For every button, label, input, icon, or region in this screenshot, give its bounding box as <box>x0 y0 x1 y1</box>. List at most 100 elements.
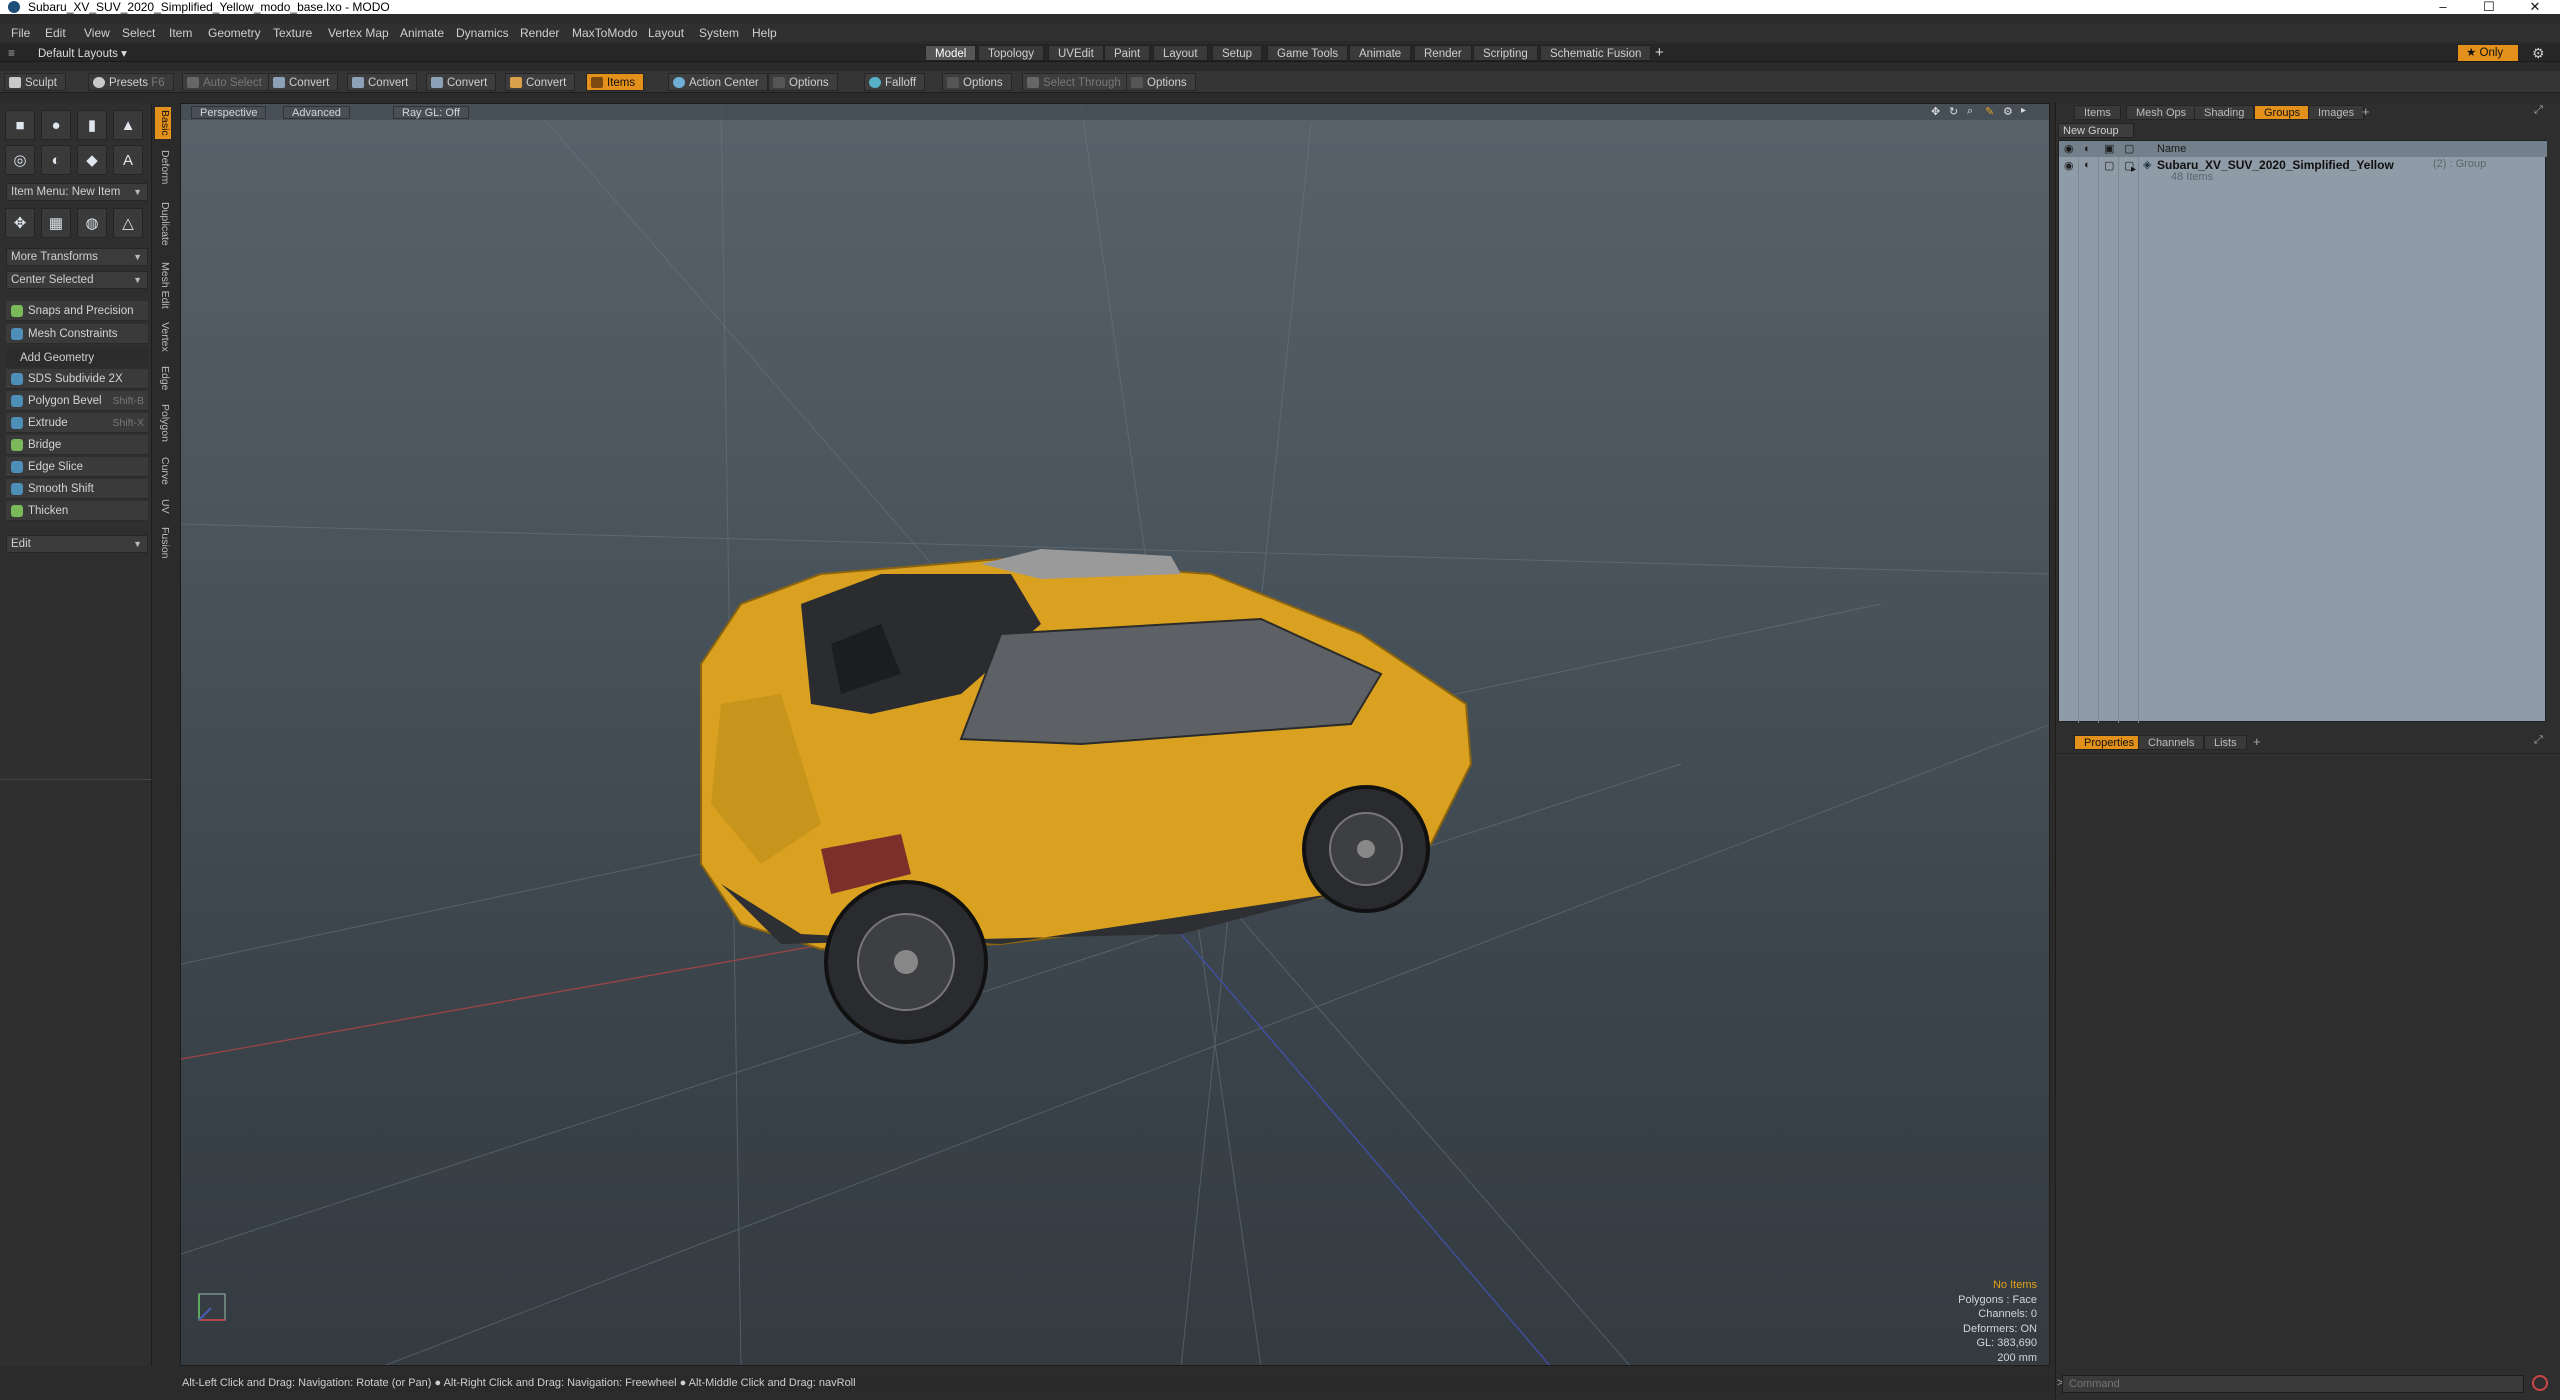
tab-lists[interactable]: Lists <box>2204 735 2247 750</box>
select-through-options-button[interactable]: Options <box>1126 73 1196 91</box>
menu-texture[interactable]: Texture <box>273 26 312 40</box>
select-through-button[interactable]: Select Through <box>1022 73 1130 91</box>
auto-select-button[interactable]: Auto Select <box>182 73 271 91</box>
falloff-options-button[interactable]: Options <box>942 73 1012 91</box>
convert-polygons-button[interactable]: Convert <box>426 73 497 91</box>
more-transforms-dropdown[interactable]: More Transforms ▼ <box>6 248 148 266</box>
action-center-button[interactable]: Action Center <box>668 73 768 91</box>
new-group-button[interactable]: New Group <box>2058 123 2134 138</box>
snaps-precision-button[interactable]: Snaps and Precision <box>6 301 148 321</box>
vtab-curve[interactable]: Curve <box>155 453 171 489</box>
vtab-edge[interactable]: Edge <box>155 363 171 393</box>
tab-images[interactable]: Images <box>2308 105 2365 120</box>
vtab-uv[interactable]: UV <box>155 495 171 517</box>
menu-file[interactable]: File <box>11 26 30 40</box>
vtab-deform[interactable]: Deform <box>155 145 171 189</box>
perspective-dropdown[interactable]: Perspective <box>191 106 267 119</box>
mesh-constraints-button[interactable]: Mesh Constraints <box>6 324 148 344</box>
falloff-button[interactable]: Falloff <box>864 73 926 91</box>
grid-icon[interactable]: ▦ <box>41 208 71 238</box>
tab-render[interactable]: Render <box>1414 45 1472 61</box>
globe-icon[interactable]: ◍ <box>77 208 107 238</box>
plane-icon[interactable]: ◆ <box>77 145 107 175</box>
menu-dynamics[interactable]: Dynamics <box>456 26 509 40</box>
convert-edges-button[interactable]: Convert <box>347 73 418 91</box>
edge-slice-button[interactable]: Edge Slice <box>6 457 148 477</box>
convert-materials-button[interactable]: Convert <box>505 73 576 91</box>
menu-help[interactable]: Help <box>752 26 777 40</box>
items-mode-button[interactable]: Items <box>586 73 645 91</box>
expand-panel-icon[interactable]: ⤢ <box>2534 734 2543 747</box>
tab-mesh-ops[interactable]: Mesh Ops <box>2126 105 2197 120</box>
default-layouts-dropdown[interactable]: Default Layouts ▾ <box>38 46 127 60</box>
tab-items[interactable]: Items <box>2074 105 2121 120</box>
tab-animate[interactable]: Animate <box>1349 45 1412 61</box>
close-button[interactable]: ✕ <box>2512 0 2558 14</box>
vtab-mesh-edit[interactable]: Mesh Edit <box>155 259 171 311</box>
cylinder-icon[interactable]: ▮ <box>77 110 107 140</box>
smooth-shift-button[interactable]: Smooth Shift <box>6 479 148 499</box>
sphere-icon[interactable]: ● <box>41 110 71 140</box>
minimize-button[interactable]: – <box>2420 0 2466 14</box>
tab-properties[interactable]: Properties <box>2074 735 2145 750</box>
vtab-duplicate[interactable]: Duplicate <box>155 195 171 253</box>
tab-groups[interactable]: Groups <box>2254 105 2311 120</box>
presets-button[interactable]: Presets F6 <box>88 73 174 91</box>
lock-icon[interactable]: ▣ <box>2104 141 2114 157</box>
text-icon[interactable]: A <box>113 145 143 175</box>
expand-arrow-icon[interactable]: ▸ <box>2021 105 2026 116</box>
tab-layout[interactable]: Layout <box>1153 45 1208 61</box>
expand-arrow-icon[interactable]: ▸ <box>2131 164 2136 175</box>
tab-paint[interactable]: Paint <box>1104 45 1151 61</box>
sds-subdivide-button[interactable]: SDS Subdivide 2X <box>6 369 148 389</box>
render-icon[interactable]: ◐ <box>2084 141 2091 157</box>
add-tab-icon[interactable]: + <box>2362 104 2370 119</box>
bridge-button[interactable]: Bridge <box>6 435 148 455</box>
groups-list[interactable]: ◉ ◐ ▣ ▢ Name ◉ ◐ ▢ ▢ ▸ ◈ Subaru_XV_SUV_2… <box>2058 140 2547 723</box>
stop-icon[interactable] <box>2532 1375 2548 1391</box>
vtab-vertex[interactable]: Vertex <box>155 317 171 357</box>
item-menu-dropdown[interactable]: Item Menu: New Item ▼ <box>6 183 148 201</box>
gear-icon[interactable]: ⚙ <box>2532 45 2545 62</box>
group-row[interactable]: ▸ ◈ Subaru_XV_SUV_2020_Simplified_Yellow… <box>2131 158 2543 186</box>
tab-schematic-fusion[interactable]: Schematic Fusion <box>1540 45 1652 61</box>
action-center-options-button[interactable]: Options <box>768 73 838 91</box>
menu-system[interactable]: System <box>699 26 739 40</box>
tab-uvedit[interactable]: UVEdit <box>1048 45 1104 61</box>
tab-game-tools[interactable]: Game Tools <box>1267 45 1349 61</box>
lock-icon[interactable]: ▢ <box>2104 159 2114 172</box>
menu-animate[interactable]: Animate <box>400 26 444 40</box>
maximize-button[interactable]: ☐ <box>2466 0 2512 14</box>
only-toggle[interactable]: ★ Only <box>2458 45 2518 61</box>
cube-icon[interactable]: ■ <box>5 110 35 140</box>
thicken-button[interactable]: Thicken <box>6 501 148 521</box>
vtab-fusion[interactable]: Fusion <box>155 523 171 563</box>
command-input[interactable] <box>2062 1375 2524 1393</box>
settings-icon[interactable]: ⚙ <box>2003 105 2013 118</box>
menu-render[interactable]: Render <box>520 26 559 40</box>
brush-icon[interactable]: ✎ <box>1985 105 1994 118</box>
rotate-icon[interactable]: ↻ <box>1949 105 1958 118</box>
select-icon[interactable]: ▢ <box>2124 141 2134 157</box>
menu-view[interactable]: View <box>84 26 110 40</box>
menu-geometry[interactable]: Geometry <box>208 26 261 40</box>
menu-vertex-map[interactable]: Vertex Map <box>328 26 389 40</box>
raygl-dropdown[interactable]: Ray GL: Off <box>393 106 469 119</box>
capsule-icon[interactable]: ◐ <box>41 145 71 175</box>
tab-shading[interactable]: Shading <box>2194 105 2255 120</box>
add-geometry-header[interactable]: Add Geometry <box>6 349 148 367</box>
tab-channels[interactable]: Channels <box>2138 735 2205 750</box>
pan-icon[interactable]: ✥ <box>1931 105 1940 118</box>
menu-layout[interactable]: Layout <box>648 26 684 40</box>
expand-panel-icon[interactable]: ⤢ <box>2534 104 2543 117</box>
pyramid-icon[interactable]: △ <box>113 208 143 238</box>
tab-topology[interactable]: Topology <box>978 45 1045 61</box>
center-selected-dropdown[interactable]: Center Selected ▼ <box>6 271 148 289</box>
menu-maxtomodo[interactable]: MaxToModo <box>572 26 637 40</box>
vtab-polygon[interactable]: Polygon <box>155 399 171 447</box>
vtab-basic[interactable]: Basic <box>155 107 171 139</box>
sculpt-button[interactable]: Sculpt <box>4 73 66 91</box>
edit-dropdown[interactable]: Edit ▼ <box>6 535 148 553</box>
tab-scripting[interactable]: Scripting <box>1473 45 1538 61</box>
add-tab-button[interactable]: + <box>1655 44 1664 61</box>
